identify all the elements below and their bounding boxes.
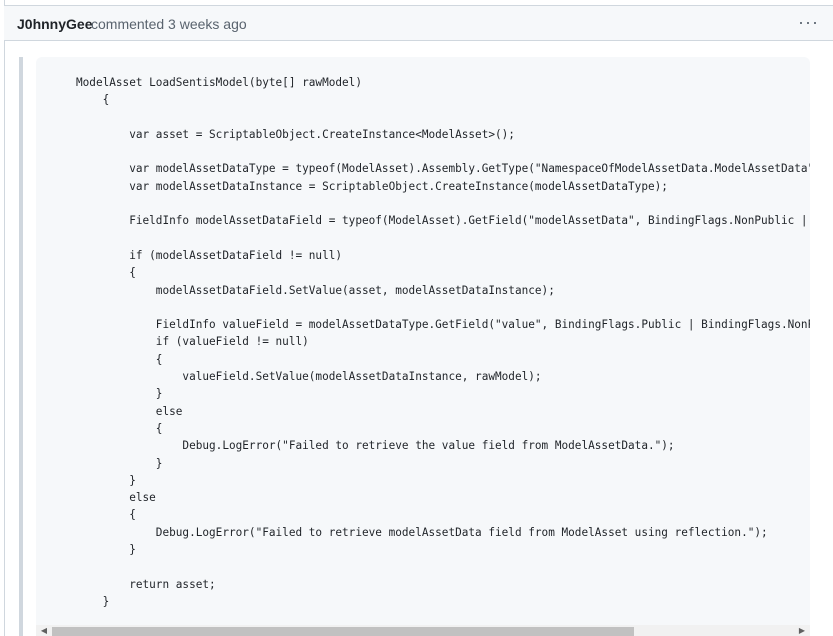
code-line: if (modelAssetDataField != null) (76, 248, 343, 262)
code-line: } (76, 387, 163, 401)
code-line: { (76, 508, 136, 522)
comment-header: J0hnnyGee commented 3 weeks ago ··· (4, 5, 833, 41)
code-line: } (76, 473, 136, 487)
comment-timestamp-link[interactable]: 3 weeks ago (168, 16, 247, 32)
code-line: Debug.LogError("Failed to retrieve model… (76, 525, 768, 539)
code-line: var modelAssetDataType = typeof(ModelAss… (76, 162, 810, 176)
code-block: ModelAsset LoadSentisModel(byte[] rawMod… (36, 57, 810, 636)
code-line: { (76, 93, 110, 107)
code-line: if (valueField != null) (76, 335, 309, 349)
code-line: } (76, 543, 136, 557)
code-line: else (76, 404, 183, 418)
code-line: FieldInfo modelAssetDataField = typeof(M… (129, 214, 808, 228)
code-line: var modelAssetDataInstance = ScriptableO… (76, 179, 668, 193)
code-line: Debug.LogError("Failed to retrieve the v… (76, 439, 675, 453)
code-line: valueField.SetValue(modelAssetDataInstan… (76, 370, 542, 384)
comment-meta: commented 3 weeks ago (91, 16, 247, 32)
code-line: } (76, 456, 163, 470)
code-line: { (76, 266, 136, 280)
code-line: { (76, 421, 163, 435)
timeline-rule (4, 0, 5, 636)
code-line: ModelAsset LoadSentisModel(byte[] rawMod… (76, 76, 362, 89)
comment-action: commented (91, 16, 165, 32)
code-line: } (76, 594, 110, 608)
code-line: else (76, 491, 156, 505)
code-line: var asset = ScriptableObject.CreateInsta… (76, 127, 515, 141)
scroll-right-icon[interactable]: ▶ (796, 625, 808, 636)
code-line: { (76, 352, 163, 366)
code-line: return asset; (76, 577, 216, 591)
blockquote-bar (19, 57, 23, 636)
comment-author-link[interactable]: J0hnnyGee (17, 16, 92, 32)
horizontal-scrollbar[interactable]: ◀ ▶ (36, 625, 810, 636)
code-line: FieldInfo valueField = modelAssetDataTyp… (155, 318, 810, 332)
scrollbar-thumb[interactable] (52, 627, 634, 636)
code-content: ModelAsset LoadSentisModel(byte[] rawMod… (76, 74, 810, 610)
code-line: modelAssetDataField.SetValue(asset, mode… (76, 283, 555, 297)
scroll-left-icon[interactable]: ◀ (38, 625, 50, 636)
kebab-menu-icon[interactable]: ··· (798, 13, 819, 31)
